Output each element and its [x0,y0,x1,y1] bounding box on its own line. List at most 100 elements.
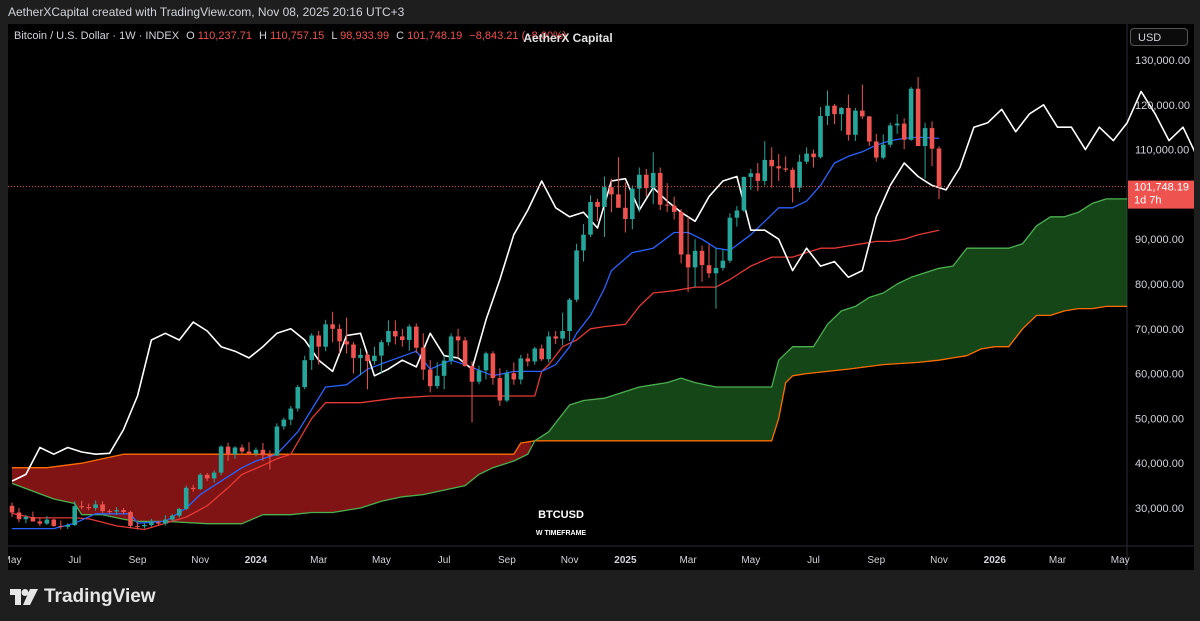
candle [887,122,893,148]
candle-body [678,211,684,255]
time-tick-label: May [372,555,391,566]
candle-body [637,174,642,189]
candle-body [741,176,747,211]
candle-body [595,202,600,207]
candle-body [650,172,656,189]
time-tick-label: Sep [498,555,516,566]
candle-body [525,358,531,362]
price-chart[interactable]: 130,000.00120,000.00110,000.00100,000.00… [3,24,1200,570]
chart-area[interactable]: 130,000.00120,000.00110,000.00100,000.00… [3,24,1200,570]
candle-body [414,326,419,348]
tradingview-logo-icon [10,589,38,605]
candle-body [142,525,147,527]
legend-open-label: O [186,30,195,42]
price-tick-label: 50,000.00 [1135,413,1184,425]
time-tick-label: Jul [807,555,820,566]
candle-body [260,449,266,456]
candle-body [316,335,321,347]
candle-body [539,348,544,360]
candle-body [93,504,98,508]
legend-high: 110,757.15 [270,30,324,42]
currency-button[interactable]: USD [1130,28,1188,46]
legend-close-label: C [396,30,404,42]
candle-body [379,342,384,356]
candle-body [204,474,210,479]
brand-title: AetherX Capital [523,31,612,45]
candle-body [386,331,391,343]
candle-body [302,360,307,388]
tradingview-logo[interactable]: TradingView [10,586,156,608]
price-tick-label: 80,000.00 [1135,279,1184,291]
price-tick-label: 120,000.00 [1135,100,1190,112]
price-tag-value: 101,748.19 [1134,182,1189,194]
time-tick-label: Mar [1049,555,1067,566]
time-tick-label: Mar [679,555,697,566]
svg-text:Bitcoin / U.S. Dollar · 1W · I: Bitcoin / U.S. Dollar · 1W · INDEX O 110… [14,30,567,42]
price-tick-label: 110,000.00 [1135,145,1189,157]
time-tick-label: Sep [867,555,885,566]
candle-body [685,254,691,268]
candle-body [706,265,712,274]
candle-body [755,173,761,181]
candle-body [839,107,844,115]
time-tick-label: 2026 [984,555,1007,566]
candle-body [894,123,900,126]
candle [274,423,280,457]
candle-body [309,335,314,361]
candle-body [16,512,22,520]
candle-body [901,123,907,140]
candle-body [936,148,942,187]
candle-body [170,515,175,520]
candle-body [560,331,565,339]
footer: TradingView [0,575,1200,621]
time-tick-label: Nov [930,555,948,566]
candle [462,336,468,367]
candle-body [497,378,503,401]
candle-body [156,522,161,524]
candle-body [692,250,698,268]
candle [295,384,301,412]
legend-open: 110,237.71 [198,30,252,42]
candle-body [295,387,301,409]
candle-body [274,426,280,456]
candle-body [825,105,830,116]
candle-body [720,260,726,268]
candle-body [30,517,36,522]
candle [197,473,203,491]
candle-body [630,188,635,220]
candle-body [79,506,84,508]
candle-body [400,336,405,340]
candle-body [225,446,231,455]
candle-body [609,187,614,195]
candle [128,510,133,529]
candle-body [51,519,57,526]
candle-body [128,512,133,526]
candle [727,213,733,263]
legend-low-label: L [331,30,337,42]
price-tick-label: 70,000.00 [1135,324,1184,336]
candle-body [762,159,768,181]
candle-body [832,105,837,115]
candle [323,319,328,352]
candle-body [448,336,454,361]
tradingview-logo-text: TradingView [44,586,156,607]
candle-body [887,125,893,145]
candle [741,176,747,212]
time-tick-label: Nov [191,555,209,566]
candle-body [218,446,224,473]
candle-body [699,250,705,266]
candle-body [713,267,719,274]
candle-body [58,525,64,527]
candle-body [100,504,105,512]
candle-body [197,474,203,490]
candle-body [727,217,733,261]
candle-body [149,522,154,525]
candle-body [344,341,349,345]
candle-body [734,210,740,218]
candle-body [434,375,440,387]
candle-body [790,169,795,188]
time-tick-label: Jul [68,555,81,566]
candle-body [393,331,398,337]
candle-body [922,128,928,146]
candle-body [246,451,252,454]
